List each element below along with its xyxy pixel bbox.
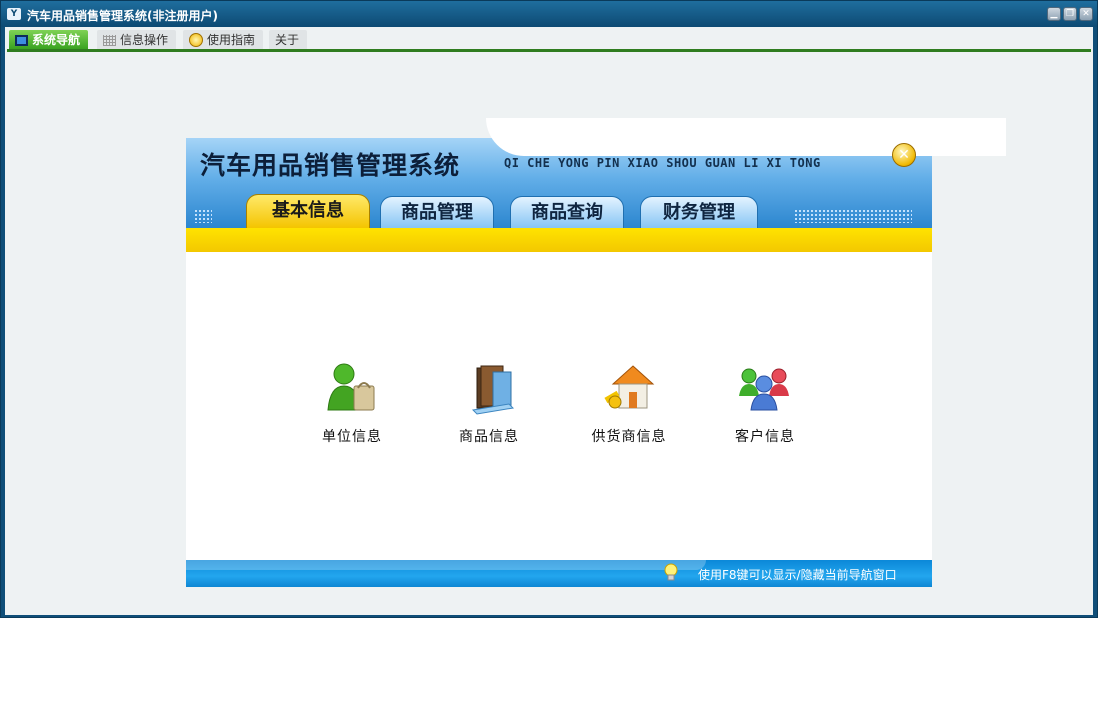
app-window: Y 汽车用品销售管理系统(非注册用户) ▁ ❐ ✕ 系统导航 信息操作 使用指南…: [0, 0, 1098, 618]
client-area: 系统导航 信息操作 使用指南 关于 汽车用品销售管理系统 QI CHE YONG…: [5, 27, 1093, 615]
dots-decoration-left: [194, 209, 212, 223]
footer-decoration: [186, 560, 706, 570]
monitor-icon: [15, 34, 28, 46]
grid-icon: [103, 34, 116, 46]
menu-item-info-ops[interactable]: 信息操作: [97, 30, 177, 50]
header-decoration: [486, 118, 1006, 156]
system-title: 汽车用品销售管理系统: [200, 151, 461, 180]
tab-goods-query[interactable]: 商品查询: [510, 196, 624, 228]
unit-info-label: 单位信息: [322, 429, 382, 445]
customer-info-button[interactable]: 客户信息: [715, 358, 815, 446]
tab-finance-management[interactable]: 财务管理: [640, 196, 758, 228]
panel-footer: 使用F8键可以显示/隐藏当前导航窗口: [186, 560, 932, 587]
close-panel-icon[interactable]: ✕: [892, 143, 916, 167]
minimize-icon[interactable]: ▁: [1047, 7, 1061, 21]
supplier-info-label: 供货商信息: [591, 429, 667, 445]
help-icon: [189, 33, 203, 47]
supplier-house-icon: [599, 358, 659, 418]
customer-info-label: 客户信息: [735, 429, 795, 445]
menu-item-about[interactable]: 关于: [269, 30, 308, 50]
system-title-pinyin: QI CHE YONG PIN XIAO SHOU GUAN LI XI TON…: [504, 156, 821, 170]
window-controls: ▁ ❐ ✕: [1047, 7, 1093, 21]
menu-item-label: 系统导航: [32, 33, 81, 47]
goods-info-button[interactable]: 商品信息: [439, 358, 539, 446]
panel-header: 汽车用品销售管理系统 QI CHE YONG PIN XIAO SHOU GUA…: [186, 118, 1006, 228]
tab-goods-management[interactable]: 商品管理: [380, 196, 494, 228]
dots-decoration-right: [794, 209, 912, 223]
menu-divider: [7, 49, 1091, 52]
unit-info-button[interactable]: 单位信息: [302, 358, 402, 446]
close-window-icon[interactable]: ✕: [1079, 7, 1093, 21]
goods-info-label: 商品信息: [459, 429, 519, 445]
footer-hint: 使用F8键可以显示/隐藏当前导航窗口: [698, 568, 897, 582]
menu-item-label: 信息操作: [120, 33, 169, 47]
menu-item-label: 关于: [275, 33, 300, 47]
app-icon[interactable]: Y: [7, 8, 21, 20]
tab-basic-info[interactable]: 基本信息: [246, 194, 370, 228]
unit-person-bag-icon: [322, 358, 382, 418]
menu-item-label: 使用指南: [207, 33, 256, 47]
tab-underline-band: [186, 228, 932, 252]
restore-icon[interactable]: ❐: [1063, 7, 1077, 21]
lightbulb-icon: [664, 563, 678, 581]
menu-item-user-guide[interactable]: 使用指南: [183, 30, 264, 50]
goods-books-icon: [459, 358, 519, 418]
supplier-info-button[interactable]: 供货商信息: [579, 358, 679, 446]
window-title: 汽车用品销售管理系统(非注册用户): [27, 9, 218, 23]
menu-bar: 系统导航 信息操作 使用指南 关于: [5, 27, 1093, 52]
navigation-panel: 汽车用品销售管理系统 QI CHE YONG PIN XIAO SHOU GUA…: [186, 118, 1006, 587]
customers-group-icon: [735, 358, 795, 418]
menu-item-system-nav[interactable]: 系统导航: [9, 30, 89, 50]
title-bar[interactable]: Y 汽车用品销售管理系统(非注册用户) ▁ ❐ ✕: [1, 1, 1097, 27]
